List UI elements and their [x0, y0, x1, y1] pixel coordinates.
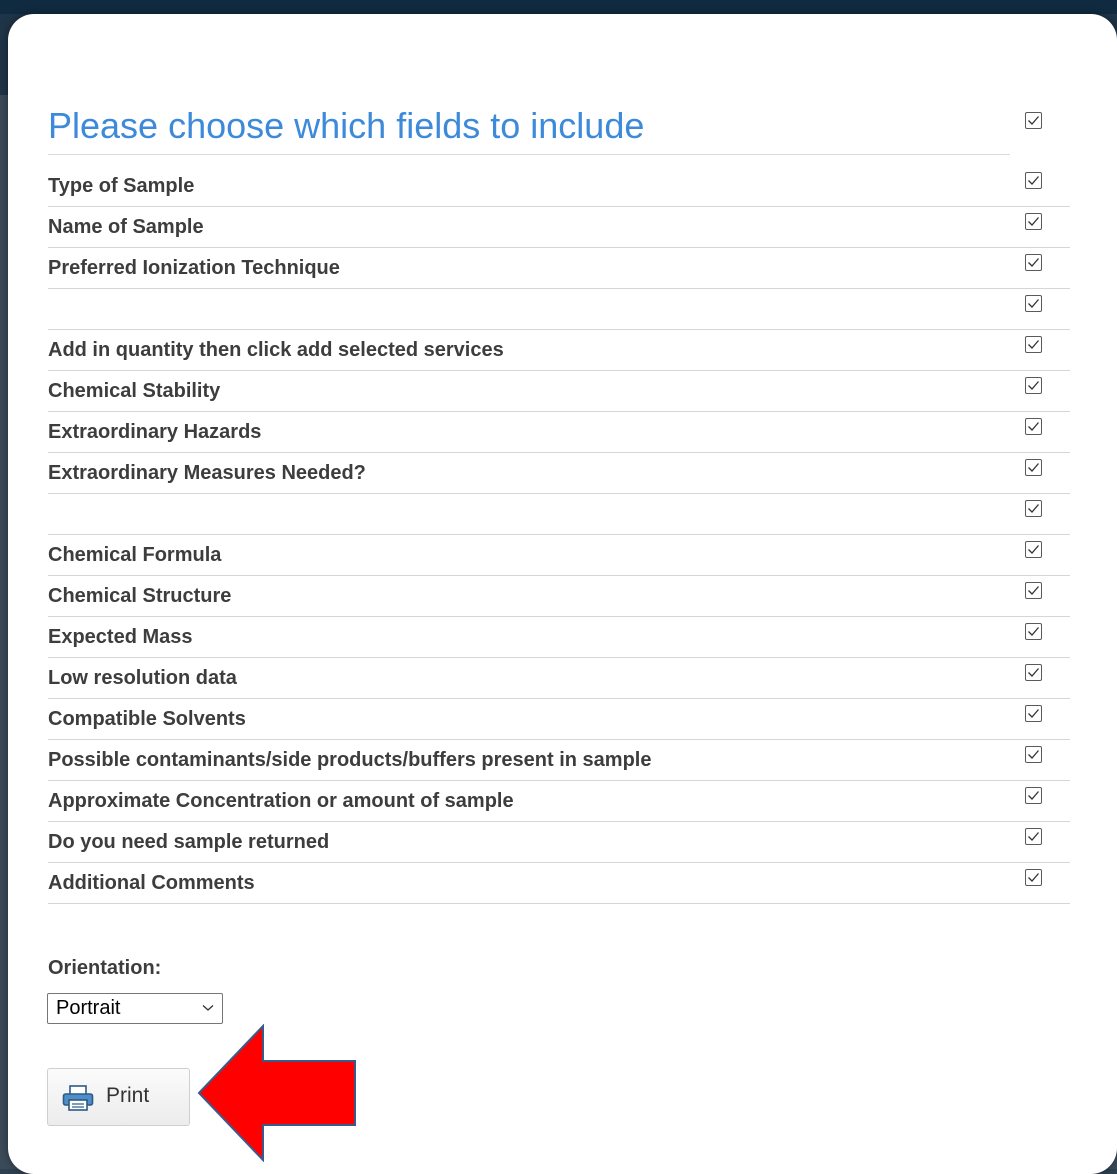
checkmark-icon	[1028, 832, 1039, 841]
field-row: Expected Mass	[48, 617, 1070, 658]
backdrop-header-strip	[0, 0, 1117, 14]
field-row: Low resolution data	[48, 658, 1070, 699]
red-arrow-left-icon	[197, 1024, 356, 1162]
print-button-label: Print	[106, 1084, 150, 1107]
field-row: Possible contaminants/side products/buff…	[48, 740, 1070, 781]
field-checkbox[interactable]	[1025, 828, 1042, 845]
field-label: Extraordinary Measures Needed?	[48, 462, 366, 484]
field-checkbox[interactable]	[1025, 418, 1042, 435]
field-checkbox[interactable]	[1025, 459, 1042, 476]
field-label: Chemical Structure	[48, 585, 232, 607]
field-label: Chemical Stability	[48, 380, 221, 402]
print-button[interactable]: Print	[47, 1068, 190, 1126]
field-row: Name of Sample	[48, 207, 1070, 248]
field-row: Chemical Stability	[48, 371, 1070, 412]
field-row: Chemical Formula	[48, 535, 1070, 576]
field-checkbox[interactable]	[1025, 541, 1042, 558]
field-checkbox[interactable]	[1025, 705, 1042, 722]
dialog-title: Please choose which fields to include	[48, 98, 1010, 155]
field-checkbox[interactable]	[1025, 582, 1042, 599]
field-row: Preferred Ionization Technique	[48, 248, 1070, 289]
field-row: Type of Sample	[48, 166, 1070, 207]
field-checkbox[interactable]	[1025, 623, 1042, 640]
checkmark-icon	[1028, 217, 1039, 226]
field-row	[48, 289, 1070, 330]
chevron-down-icon	[202, 1005, 214, 1011]
field-label: Name of Sample	[48, 216, 204, 238]
field-label: Possible contaminants/side products/buff…	[48, 749, 652, 771]
checkmark-icon	[1028, 176, 1039, 185]
field-checkbox[interactable]	[1025, 500, 1042, 517]
checkmark-icon	[1028, 586, 1039, 595]
checkmark-icon	[1028, 340, 1039, 349]
field-label: Extraordinary Hazards	[48, 421, 262, 443]
field-label: Additional Comments	[48, 872, 255, 894]
field-checkbox[interactable]	[1025, 869, 1042, 886]
checkmark-icon	[1028, 504, 1039, 513]
field-label: Do you need sample returned	[48, 831, 330, 853]
checkmark-icon	[1028, 791, 1039, 800]
orientation-select[interactable]: Portrait	[47, 993, 223, 1024]
checkmark-icon	[1028, 463, 1039, 472]
checkmark-icon	[1028, 545, 1039, 554]
field-checkbox[interactable]	[1025, 787, 1042, 804]
checkmark-icon	[1028, 750, 1039, 759]
checkmark-icon	[1028, 873, 1039, 882]
field-row: Compatible Solvents	[48, 699, 1070, 740]
field-checkbox[interactable]	[1025, 295, 1042, 312]
checkmark-icon	[1028, 258, 1039, 267]
field-row: Extraordinary Measures Needed?	[48, 453, 1070, 494]
field-label: Preferred Ionization Technique	[48, 257, 340, 279]
checkmark-icon	[1028, 709, 1039, 718]
field-row: Add in quantity then click add selected …	[48, 330, 1070, 371]
field-label: Chemical Formula	[48, 544, 222, 566]
checkmark-icon	[1028, 116, 1039, 125]
checkmark-icon	[1028, 299, 1039, 308]
field-row: Chemical Structure	[48, 576, 1070, 617]
field-row: Additional Comments	[48, 863, 1070, 904]
checkmark-icon	[1028, 422, 1039, 431]
field-label: Type of Sample	[48, 175, 195, 197]
checkmark-icon	[1028, 627, 1039, 636]
checkmark-icon	[1028, 381, 1039, 390]
field-row: Approximate Concentration or amount of s…	[48, 781, 1070, 822]
field-checkbox[interactable]	[1025, 377, 1042, 394]
printer-icon	[62, 1085, 94, 1111]
orientation-selected-value: Portrait	[56, 997, 121, 1019]
dialog-title-row: Please choose which fields to include	[48, 98, 1020, 155]
field-label: Expected Mass	[48, 626, 193, 648]
field-label: Approximate Concentration or amount of s…	[48, 790, 514, 812]
field-checkbox[interactable]	[1025, 664, 1042, 681]
field-label: Low resolution data	[48, 667, 237, 689]
field-label: Compatible Solvents	[48, 708, 246, 730]
select-all-checkbox[interactable]	[1025, 112, 1042, 129]
field-row	[48, 494, 1070, 535]
field-label: Add in quantity then click add selected …	[48, 339, 504, 361]
orientation-label: Orientation:	[48, 957, 162, 979]
field-checkbox[interactable]	[1025, 213, 1042, 230]
field-checkbox[interactable]	[1025, 336, 1042, 353]
field-checkbox[interactable]	[1025, 746, 1042, 763]
field-row: Extraordinary Hazards	[48, 412, 1070, 453]
field-checkbox[interactable]	[1025, 254, 1042, 271]
field-row: Do you need sample returned	[48, 822, 1070, 863]
field-checkbox[interactable]	[1025, 172, 1042, 189]
field-list: Type of Sample Name of Sample Preferred Io…	[48, 166, 1070, 904]
checkmark-icon	[1028, 668, 1039, 677]
